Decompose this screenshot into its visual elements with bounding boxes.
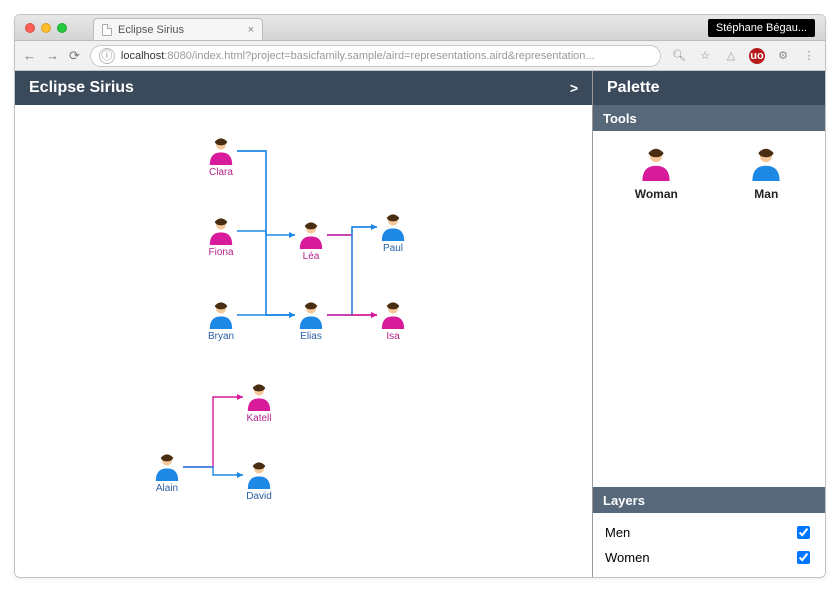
tools-body: Woman Man — [593, 131, 825, 231]
layers-body: Men Women — [593, 513, 825, 577]
node-label: Isa — [386, 331, 399, 342]
node-bryan[interactable]: Bryan — [195, 301, 247, 342]
tool-label: Woman — [635, 187, 678, 201]
node-label: Paul — [383, 243, 403, 254]
back-button[interactable]: ← — [23, 49, 36, 62]
node-elias[interactable]: Elias — [285, 301, 337, 342]
layer-checkbox[interactable] — [797, 551, 810, 564]
node-clara[interactable]: Clara — [195, 137, 247, 178]
node-label: Katell — [246, 413, 271, 424]
tab-title: Eclipse Sirius — [118, 24, 184, 36]
palette-panel: Palette Tools Woman Man Layers Men Women — [593, 71, 825, 577]
window-controls[interactable] — [25, 23, 67, 33]
site-info-icon[interactable]: ⓘ — [99, 48, 115, 64]
blocker-icon[interactable]: uo — [749, 48, 765, 64]
node-david[interactable]: David — [233, 461, 285, 502]
node-label: Alain — [156, 483, 178, 494]
diagram-canvas[interactable]: Clara Fiona Léa Paul Bryan Elias Isa Kat… — [15, 105, 592, 577]
node-label: Fiona — [208, 247, 233, 258]
browser-tab[interactable]: Eclipse Sirius × — [93, 18, 263, 40]
palette-header: Palette — [593, 71, 825, 105]
palette-spacer — [593, 231, 825, 487]
tool-label: Man — [754, 187, 778, 201]
titlebar: Eclipse Sirius × Stéphane Bégau... — [15, 15, 825, 41]
node-label: Clara — [209, 167, 233, 178]
layer-label: Women — [605, 550, 650, 565]
node-label: Bryan — [208, 331, 234, 342]
browser-toolbar: ← → ⟳ ⓘ localhost:8080/index.html?projec… — [15, 41, 825, 71]
layer-men[interactable]: Men — [605, 523, 813, 542]
node-label: Elias — [300, 331, 322, 342]
app-content: Eclipse Sirius > Clara Fiona Léa Paul Br… — [15, 71, 825, 577]
node-katell[interactable]: Katell — [233, 383, 285, 424]
layers-header: Layers — [593, 487, 825, 513]
minimize-icon[interactable] — [41, 23, 51, 33]
node-label: Léa — [303, 251, 320, 262]
browser-window: Eclipse Sirius × Stéphane Bégau... ← → ⟳… — [14, 14, 826, 578]
user-chip[interactable]: Stéphane Bégau... — [708, 19, 815, 37]
url-host: localhost:8080/index.html?project=basicf… — [121, 50, 595, 62]
gear-icon[interactable]: ⚙ — [775, 48, 791, 64]
close-icon[interactable] — [25, 23, 35, 33]
palette-tool-man[interactable]: Man — [749, 147, 783, 201]
diagram-panel: Eclipse Sirius > Clara Fiona Léa Paul Br… — [15, 71, 593, 577]
diagram-title: Eclipse Sirius — [29, 79, 134, 97]
layer-women[interactable]: Women — [605, 548, 813, 567]
node-fiona[interactable]: Fiona — [195, 217, 247, 258]
tools-header: Tools — [593, 105, 825, 131]
layer-checkbox[interactable] — [797, 526, 810, 539]
node-paul[interactable]: Paul — [367, 213, 419, 254]
chevron-right-icon[interactable]: > — [570, 80, 578, 96]
zoom-icon[interactable] — [57, 23, 67, 33]
tab-close-icon[interactable]: × — [248, 24, 254, 36]
node-alain[interactable]: Alain — [141, 453, 193, 494]
diagram-header: Eclipse Sirius > — [15, 71, 592, 105]
drive-icon[interactable]: △ — [723, 48, 739, 64]
palette-title: Palette — [607, 79, 659, 97]
node-isa[interactable]: Isa — [367, 301, 419, 342]
palette-tool-woman[interactable]: Woman — [635, 147, 678, 201]
node-lea[interactable]: Léa — [285, 221, 337, 262]
node-label: David — [246, 491, 272, 502]
search-icon[interactable]: 🔍︎ — [671, 48, 687, 64]
address-bar[interactable]: ⓘ localhost:8080/index.html?project=basi… — [90, 45, 661, 67]
star-icon[interactable]: ☆ — [697, 48, 713, 64]
forward-button[interactable]: → — [46, 49, 59, 62]
layer-label: Men — [605, 525, 630, 540]
menu-icon[interactable]: ⋮ — [801, 48, 817, 64]
page-icon — [102, 24, 112, 36]
reload-button[interactable]: ⟳ — [69, 49, 80, 62]
